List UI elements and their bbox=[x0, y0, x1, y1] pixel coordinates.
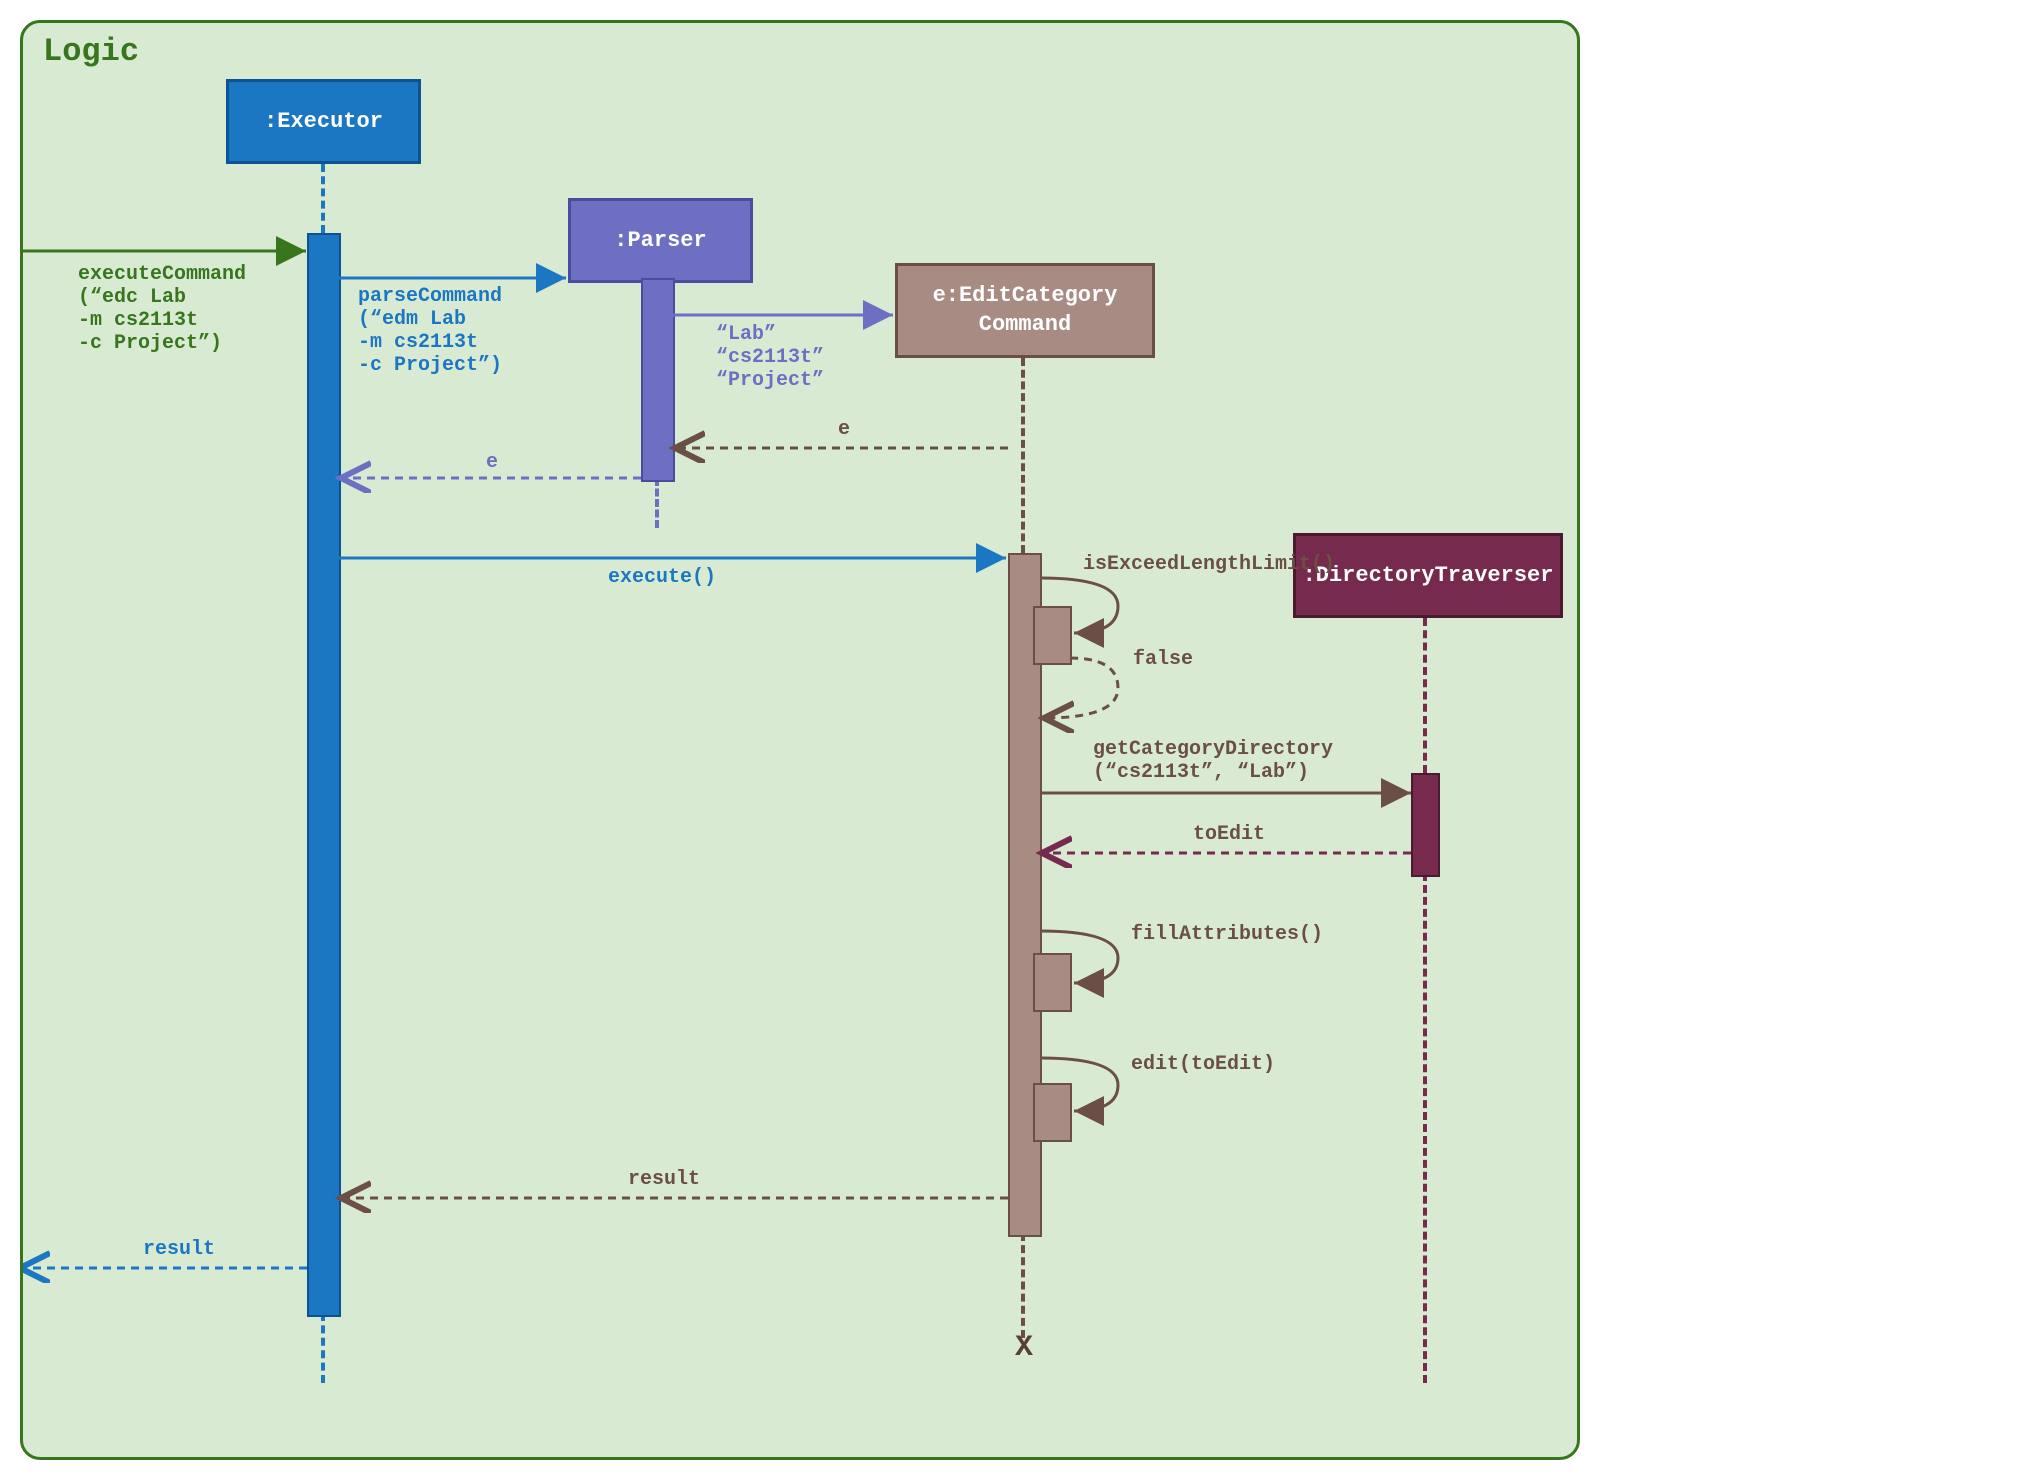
parsecommand-msg: parseCommand (“edm Lab -m cs2113t -c Pro… bbox=[358, 285, 502, 377]
destroy-x-icon: X bbox=[1015, 1331, 1033, 1365]
false-msg: false bbox=[1133, 648, 1193, 671]
fillattr-msg: fillAttributes() bbox=[1131, 923, 1323, 946]
create-args-msg: “Lab” “cs2113t” “Project” bbox=[716, 323, 824, 392]
arrows-svg bbox=[23, 23, 1583, 1463]
return-e1-msg: e bbox=[838, 418, 850, 441]
execute-msg: execute() bbox=[608, 566, 716, 589]
executecommand-msg: executeCommand (“edc Lab -m cs2113t -c P… bbox=[78, 263, 246, 355]
getcatdir-msg: getCategoryDirectory (“cs2113t”, “Lab”) bbox=[1093, 738, 1333, 784]
isexceed-msg: isExceedLengthLimit() bbox=[1083, 553, 1335, 576]
logic-frame: Logic :Executor :Parser e:EditCategory C… bbox=[20, 20, 1580, 1460]
toedit-msg: toEdit bbox=[1193, 823, 1265, 846]
edit-msg: edit(toEdit) bbox=[1131, 1053, 1275, 1076]
result2-msg: result bbox=[143, 1238, 215, 1261]
result1-msg: result bbox=[628, 1168, 700, 1191]
return-e2-msg: e bbox=[486, 451, 498, 474]
